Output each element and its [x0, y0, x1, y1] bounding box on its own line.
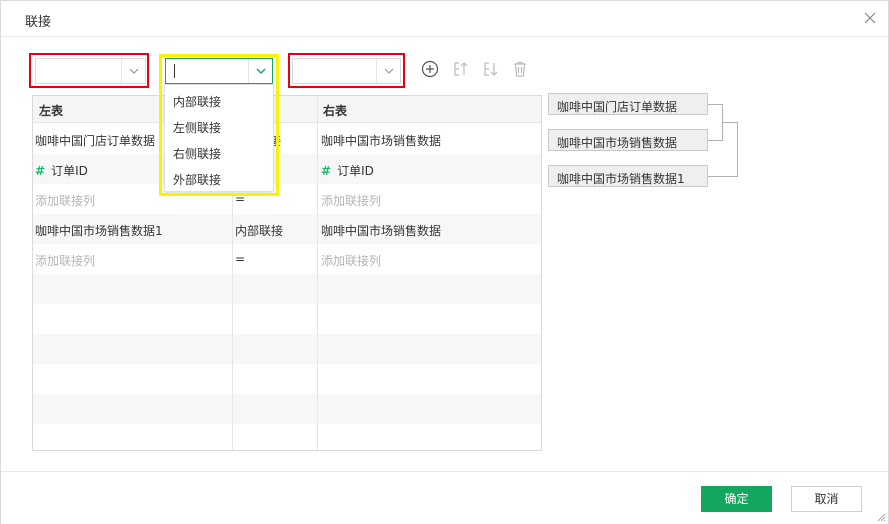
- row-left-column[interactable]: # 订单ID: [35, 162, 88, 179]
- grid-header: 左表 右表: [33, 96, 541, 123]
- table-row: [33, 334, 541, 364]
- sort-ascending-icon[interactable]: [451, 60, 469, 78]
- add-join-column-right[interactable]: 添加联接列: [321, 192, 381, 209]
- join-columns-grid: 左表 右表 咖啡中国门店订单数据 接 咖啡中国市场销售数据 # 订单ID # 订单I…: [32, 95, 542, 451]
- diagram-connector: [708, 176, 738, 177]
- add-join-column-right[interactable]: 添加联接列: [321, 252, 381, 269]
- table-row[interactable]: 咖啡中国门店订单数据 接 咖啡中国市场销售数据: [33, 124, 541, 154]
- diagram-node[interactable]: 咖啡中国市场销售数据1: [548, 165, 708, 187]
- table-row: [33, 274, 541, 304]
- row-join-type[interactable]: 内部联接: [235, 222, 283, 239]
- add-join-column-left[interactable]: 添加联接列: [35, 192, 95, 209]
- cancel-button[interactable]: 取消: [791, 486, 862, 512]
- add-circle-icon[interactable]: [421, 60, 439, 78]
- row-left-table: 咖啡中国市场销售数据1: [35, 224, 163, 238]
- add-join-column-left[interactable]: 添加联接列: [35, 252, 95, 269]
- table-row: [33, 394, 541, 424]
- table-row[interactable]: 添加联接列 = 添加联接列: [33, 184, 541, 214]
- highlight-left-table: [29, 53, 149, 88]
- dialog-footer: 确定 取消: [1, 471, 888, 524]
- dialog-title-bar: 联接: [1, 1, 888, 37]
- numeric-field-icon: #: [321, 164, 332, 178]
- table-row: [33, 364, 541, 394]
- diagram-connector: [737, 122, 738, 177]
- right-column-label: 订单ID: [337, 164, 374, 178]
- diagram-node-label: 咖啡中国市场销售数据1: [557, 172, 685, 186]
- numeric-field-icon: #: [35, 164, 46, 178]
- left-column-label: 订单ID: [51, 164, 88, 178]
- table-row[interactable]: 咖啡中国市场销售数据1 内部联接 咖啡中国市场销售数据: [33, 214, 541, 244]
- trash-icon[interactable]: [511, 60, 529, 78]
- table-row: [33, 304, 541, 334]
- row-operator: =: [235, 252, 246, 266]
- table-row: [33, 424, 541, 450]
- close-icon[interactable]: [862, 10, 878, 26]
- dialog-title: 联接: [25, 15, 52, 30]
- confirm-button[interactable]: 确定: [701, 486, 772, 512]
- diagram-node-label: 咖啡中国门店订单数据: [557, 100, 678, 114]
- join-dialog: 联接 左表 右表 咖啡中国门店订单数据 接 咖啡中国市场销售数据 # 订单ID …: [0, 0, 889, 524]
- diagram-connector: [708, 104, 723, 105]
- highlight-right-table: [288, 53, 405, 88]
- diagram-node[interactable]: 咖啡中国市场销售数据: [548, 129, 708, 151]
- highlight-join-type: [159, 54, 279, 196]
- row-right-table: 咖啡中国市场销售数据: [321, 224, 442, 238]
- diagram-connector: [708, 140, 723, 141]
- row-right-column[interactable]: # 订单ID: [321, 162, 374, 179]
- diagram-connector: [722, 122, 738, 123]
- diagram-node[interactable]: 咖啡中国门店订单数据: [548, 93, 708, 115]
- resize-handle-icon[interactable]: [876, 511, 886, 522]
- column-divider: [317, 96, 318, 450]
- diagram-node-label: 咖啡中国市场销售数据: [557, 136, 678, 150]
- sort-descending-icon[interactable]: [481, 60, 499, 78]
- header-left-table: 左表: [39, 104, 64, 118]
- table-row[interactable]: # 订单ID # 订单ID: [33, 154, 541, 184]
- table-row[interactable]: 添加联接列 = 添加联接列: [33, 244, 541, 274]
- row-left-table: 咖啡中国门店订单数据: [35, 134, 156, 148]
- row-right-table: 咖啡中国市场销售数据: [321, 134, 442, 148]
- header-right-table: 右表: [323, 104, 348, 118]
